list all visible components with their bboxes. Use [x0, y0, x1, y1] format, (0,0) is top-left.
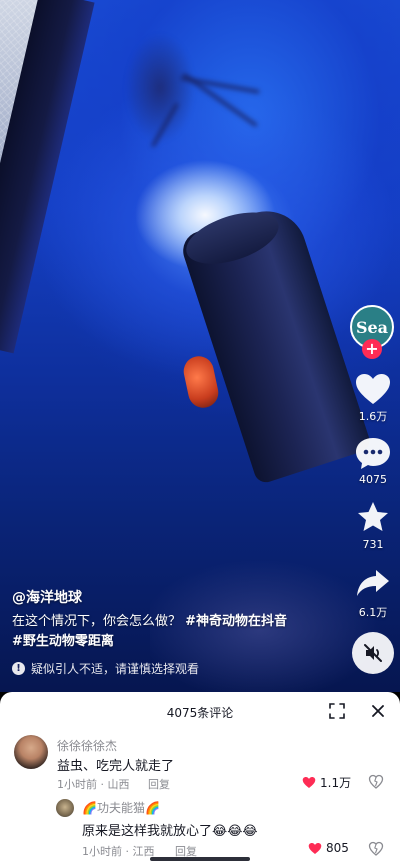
hashtag-link[interactable]: #野生动物零距离 [12, 634, 114, 649]
comment-text: 原来是这样我就放心了😂😂😂 [82, 824, 258, 839]
caption-text: 在这个情况下，你会怎么做？ [12, 614, 182, 629]
reply-commenter-avatar[interactable] [56, 799, 74, 817]
share-icon[interactable] [354, 566, 392, 600]
avatar-text: Sea [355, 317, 389, 337]
commenter-avatar[interactable] [14, 735, 48, 769]
dislike-icon[interactable] [368, 774, 384, 790]
video-caption: 在这个情况下，你会怎么做？ #神奇动物在抖音 #野生动物零距离 [12, 612, 342, 652]
comment-like-count: 805 [326, 841, 349, 855]
heart-icon[interactable] [354, 372, 392, 406]
share-count: 6.1万 [358, 606, 388, 619]
close-icon[interactable] [368, 701, 388, 721]
comment-icon[interactable] [354, 436, 392, 470]
warning-icon: ! [12, 662, 25, 675]
heart-filled-icon [302, 776, 316, 789]
comments-sheet: 4075条评论 徐徐徐徐杰 益虫、吃完人就走了 1小时前 · 山西 回复 1.1… [0, 692, 400, 864]
mute-button[interactable] [352, 632, 394, 674]
blurry-creature [120, 28, 270, 178]
hashtag-link[interactable]: #神奇动物在抖音 [185, 614, 287, 629]
comment-like-count: 1.1万 [320, 776, 352, 790]
comment-username[interactable]: 徐徐徐徐杰 [57, 737, 117, 754]
comment-username[interactable]: 🌈功夫能猫🌈 [82, 799, 160, 816]
star-icon[interactable] [354, 500, 392, 534]
comment-like-button[interactable]: 805 [308, 841, 349, 855]
author-name[interactable]: @海洋地球 [12, 587, 82, 607]
comment-text: 益虫、吃完人就走了 [57, 759, 175, 774]
flashlight-button [180, 353, 222, 411]
favorite-count: 731 [362, 538, 384, 551]
heart-filled-icon [308, 842, 322, 854]
comment-count: 4075 [359, 473, 387, 486]
home-indicator [150, 857, 250, 861]
follow-button[interactable]: + [362, 339, 382, 359]
like-count: 1.6万 [358, 410, 388, 423]
video-player[interactable]: Sea + 1.6万 4075 731 6.1万 @海洋地球 在这个情况下，你会… [0, 0, 400, 692]
warning-text: 疑似引人不适，请谨慎选择观看 [31, 662, 200, 676]
mute-icon [364, 644, 382, 662]
comment-like-button[interactable]: 1.1万 [302, 774, 351, 791]
comment-meta: 1小时前 · 江西 [82, 845, 155, 858]
comment-meta: 1小时前 · 山西 [57, 778, 130, 791]
reply-button[interactable]: 回复 [148, 776, 170, 792]
expand-icon[interactable] [327, 701, 347, 721]
content-warning: ! 疑似引人不适，请谨慎选择观看 [12, 660, 199, 677]
dislike-icon[interactable] [368, 841, 384, 857]
